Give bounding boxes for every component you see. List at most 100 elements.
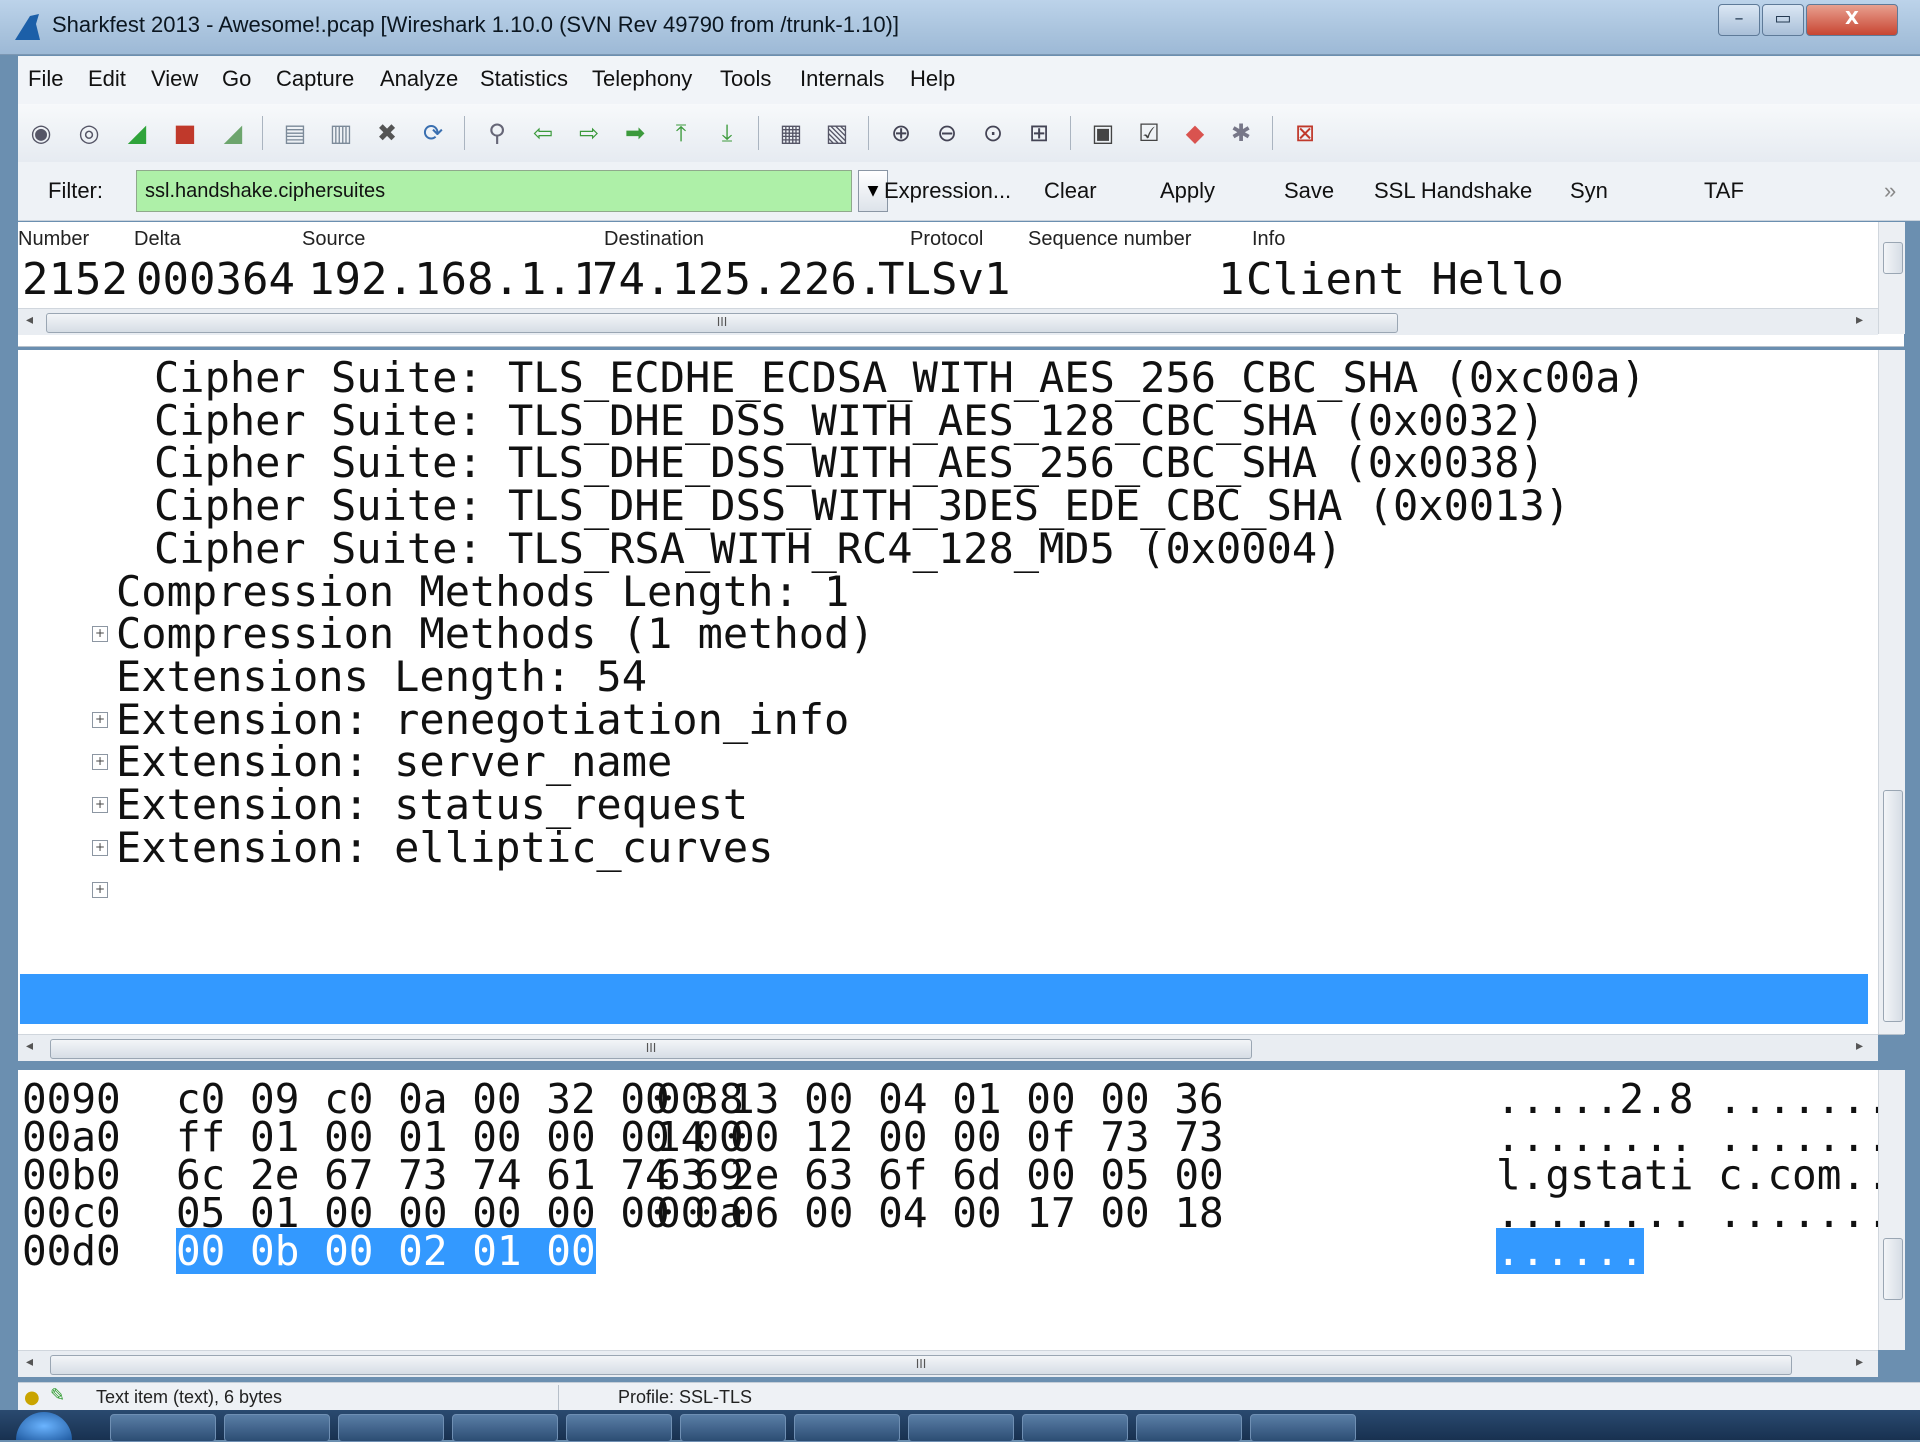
save-filter-button[interactable]: Save (1284, 178, 1334, 204)
menu-tools[interactable]: Tools (720, 66, 771, 92)
column-header-delta[interactable]: Delta (134, 228, 181, 251)
scrollbar-thumb[interactable]: III (50, 1355, 1792, 1375)
packet-details-hscrollbar[interactable]: ◂ III ▸ (18, 1034, 1878, 1061)
column-header-destination[interactable]: Destination (604, 228, 704, 251)
display-filters-icon[interactable]: ☑ (1134, 118, 1164, 148)
taskbar-app-tools[interactable] (908, 1414, 1014, 1442)
hex-bytes-right[interactable]: 00 06 00 04 00 17 00 18 (656, 1190, 1224, 1236)
go-back-icon[interactable]: ⇦ (528, 118, 558, 148)
minimize-button[interactable]: – (1718, 4, 1760, 36)
scrollbar-thumb[interactable] (1883, 1238, 1903, 1300)
capture-comment-icon[interactable]: ✎ (50, 1385, 65, 1406)
start-button[interactable] (16, 1412, 72, 1440)
expand-tree-icon[interactable]: + (92, 626, 108, 643)
syn-filter-button[interactable]: Syn (1570, 178, 1608, 204)
normal-size-icon[interactable]: ⊙ (978, 118, 1008, 148)
save-file-icon[interactable]: ▥ (326, 118, 356, 148)
taskbar-app-chat[interactable] (1022, 1414, 1128, 1442)
menu-internals[interactable]: Internals (800, 66, 884, 92)
auto-scroll-icon[interactable]: ▧ (822, 118, 852, 148)
scrollbar-thumb[interactable]: III (50, 1039, 1252, 1059)
taskbar-app-files[interactable] (1136, 1414, 1242, 1442)
ascii-bytes-left[interactable]: ...... (1496, 1228, 1645, 1274)
scrollbar-thumb[interactable] (1883, 790, 1903, 1022)
scroll-left-icon[interactable]: ◂ (26, 312, 33, 328)
packet-details-vscrollbar[interactable] (1878, 350, 1905, 1034)
find-packet-icon[interactable]: ⚲ (482, 118, 512, 148)
go-to-packet-icon[interactable]: ➡ (620, 118, 650, 148)
column-header-sequence-number[interactable]: Sequence number (1028, 228, 1191, 251)
help-icon[interactable]: ⊠ (1290, 118, 1320, 148)
scroll-right-icon[interactable]: ▸ (1856, 312, 1863, 328)
column-header-info[interactable]: Info (1252, 228, 1285, 251)
packet-bytes-hscrollbar[interactable]: ◂ III ▸ (18, 1350, 1878, 1377)
menu-statistics[interactable]: Statistics (480, 66, 568, 92)
scroll-right-icon[interactable]: ▸ (1856, 1354, 1863, 1370)
column-header-protocol[interactable]: Protocol (910, 228, 983, 251)
menu-telephony[interactable]: Telephony (592, 66, 692, 92)
interface-list-icon[interactable]: ◉ (26, 118, 56, 148)
apply-filter-button[interactable]: Apply (1160, 178, 1215, 204)
taskbar-app-chrome[interactable] (794, 1414, 900, 1442)
open-file-icon[interactable]: ▤ (280, 118, 310, 148)
preferences-icon[interactable]: ✱ (1226, 118, 1256, 148)
packet-list-vscrollbar[interactable] (1878, 222, 1905, 334)
ascii-bytes-right[interactable]: ....... (1718, 1190, 1891, 1236)
scroll-right-icon[interactable]: ▸ (1856, 1038, 1863, 1054)
clear-filter-button[interactable]: Clear (1044, 178, 1097, 204)
packet-bytes-vscrollbar[interactable] (1878, 1070, 1905, 1350)
reload-icon[interactable]: ⟳ (418, 118, 448, 148)
close-window-button[interactable]: X (1806, 4, 1898, 36)
scroll-left-icon[interactable]: ◂ (26, 1038, 33, 1054)
capture-filters-icon[interactable]: ▣ (1088, 118, 1118, 148)
menu-file[interactable]: File (28, 66, 63, 92)
packet-list-hscrollbar[interactable]: ◂ III ▸ (18, 308, 1878, 335)
colorize-icon[interactable]: ▦ (776, 118, 806, 148)
menu-view[interactable]: View (151, 66, 198, 92)
expand-tree-icon[interactable]: + (92, 711, 108, 728)
column-header-number[interactable]: Number (18, 228, 89, 251)
go-forward-icon[interactable]: ⇨ (574, 118, 604, 148)
display-filter-input[interactable] (136, 170, 852, 212)
coloring-rules-icon[interactable]: ◆ (1180, 118, 1210, 148)
taskbar-app-firefox[interactable] (680, 1414, 786, 1442)
close-file-icon[interactable]: ✖ (372, 118, 402, 148)
ssl-handshake-filter-button[interactable]: SSL Handshake (1374, 178, 1532, 204)
menu-help[interactable]: Help (910, 66, 955, 92)
column-header-source[interactable]: Source (302, 228, 365, 251)
expand-tree-icon[interactable]: + (92, 839, 108, 856)
restart-capture-icon[interactable]: ◢ (218, 118, 248, 148)
status-profile[interactable]: Profile: SSL-TLS (618, 1387, 752, 1408)
zoom-in-icon[interactable]: ⊕ (886, 118, 916, 148)
menu-capture[interactable]: Capture (276, 66, 354, 92)
taskbar-app-media[interactable] (566, 1414, 672, 1442)
capture-options-icon[interactable]: ◎ (74, 118, 104, 148)
maximize-button[interactable]: ▭ (1762, 4, 1804, 36)
taf-filter-button[interactable]: TAF (1704, 178, 1744, 204)
taskbar-app-slides[interactable] (338, 1414, 444, 1442)
menu-analyze[interactable]: Analyze (380, 66, 458, 92)
scrollbar-thumb[interactable] (1883, 242, 1903, 274)
scroll-left-icon[interactable]: ◂ (26, 1354, 33, 1370)
menu-go[interactable]: Go (222, 66, 251, 92)
stop-capture-icon[interactable]: ■ (170, 118, 200, 148)
hex-bytes-left[interactable]: 00 0b 00 02 01 00 (176, 1228, 596, 1274)
zoom-out-icon[interactable]: ⊖ (932, 118, 962, 148)
last-packet-icon[interactable]: ⤓ (712, 118, 742, 148)
scrollbar-thumb[interactable]: III (46, 313, 1398, 333)
expression-button[interactable]: Expression... (884, 178, 1011, 204)
expert-info-icon[interactable]: ● (24, 1387, 40, 1408)
more-buttons-chevron-icon[interactable]: » (1884, 178, 1896, 204)
taskbar-app-browser[interactable] (110, 1414, 216, 1442)
taskbar-app-network[interactable] (452, 1414, 558, 1442)
first-packet-icon[interactable]: ⤒ (666, 118, 696, 148)
expand-tree-icon[interactable]: + (92, 754, 108, 771)
resize-columns-icon[interactable]: ⊞ (1024, 118, 1054, 148)
start-capture-icon[interactable]: ◢ (122, 118, 152, 148)
taskbar-app-wireshark[interactable] (1250, 1414, 1356, 1442)
hex-offset[interactable]: 00d0 (22, 1228, 121, 1274)
detail-tree-item[interactable]: Extension: ec_point_formats (116, 864, 799, 916)
menu-edit[interactable]: Edit (88, 66, 126, 92)
expand-tree-icon[interactable]: + (92, 797, 108, 813)
expand-tree-icon[interactable]: + (92, 882, 108, 899)
